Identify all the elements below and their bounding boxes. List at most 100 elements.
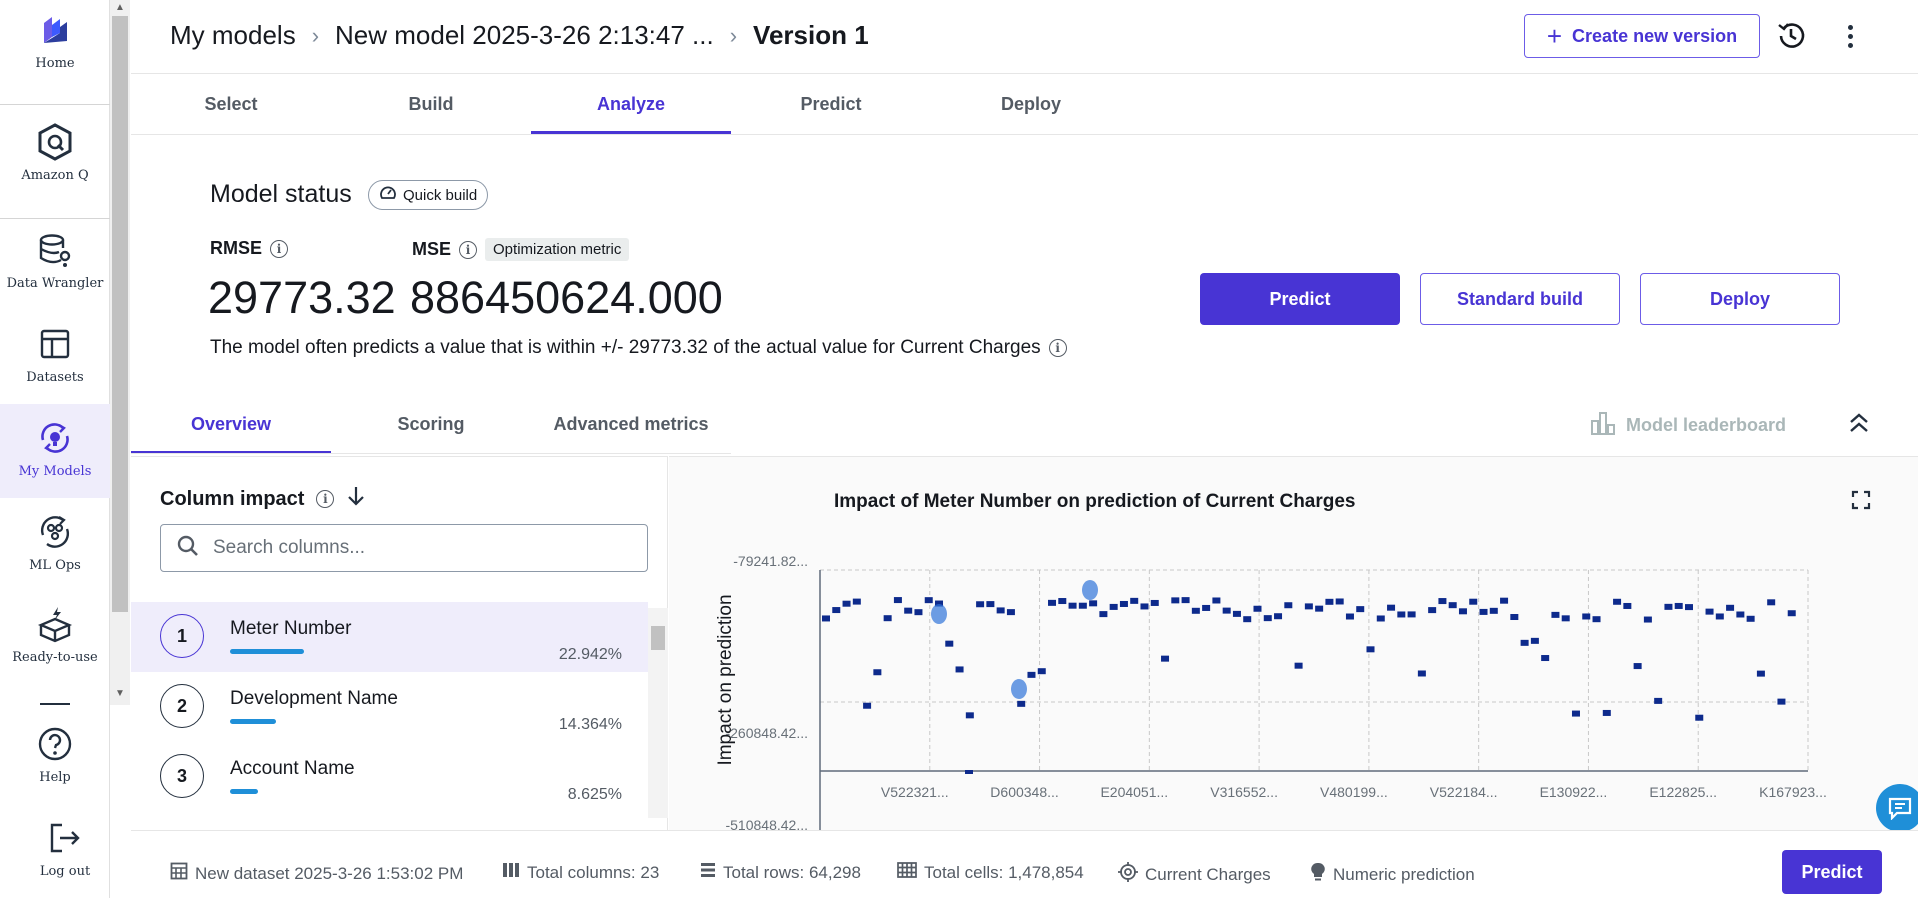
search-columns-input[interactable] (213, 537, 613, 559)
data-point (1695, 714, 1704, 721)
tab-analyze[interactable]: Analyze (531, 75, 731, 134)
nav-divider (0, 104, 110, 105)
data-point (1654, 697, 1663, 704)
nav-ml-ops-label: ML Ops (29, 558, 81, 573)
tab-build[interactable]: Build (331, 75, 531, 134)
data-point (1304, 603, 1313, 610)
version-history-icon[interactable] (1775, 20, 1807, 52)
breadcrumb-model[interactable]: New model 2025-3-26 2:13:47 ... (335, 20, 714, 51)
scroll-up-arrow-icon[interactable]: ▲ (112, 0, 128, 16)
model-leaderboard-button[interactable]: Model leaderboard (1590, 411, 1786, 440)
data-point (1582, 613, 1591, 620)
subtab-scoring[interactable]: Scoring (331, 398, 531, 454)
nav-ready-to-use[interactable]: Ready-to-use (0, 604, 110, 665)
data-point (1397, 611, 1406, 618)
impact-bar (230, 649, 304, 654)
my-models-icon (35, 418, 75, 458)
rank-badge: 3 (160, 754, 204, 798)
info-icon[interactable]: i (1048, 339, 1067, 357)
info-icon[interactable]: i (270, 239, 289, 258)
data-point (1161, 655, 1170, 662)
mse-label: MSE i Optimization metric (412, 238, 630, 261)
footer-cells: Total cells: 1,478,854 (897, 862, 1084, 883)
info-icon[interactable]: i (459, 240, 478, 259)
subtab-overview[interactable]: Overview (131, 398, 331, 454)
nav-ml-ops[interactable]: ML Ops (0, 512, 110, 573)
speedometer-icon (379, 184, 397, 206)
data-point (1212, 597, 1221, 604)
rows-icon (700, 862, 716, 883)
impact-bar (230, 789, 258, 794)
nav-scrollbar-thumb[interactable] (112, 16, 128, 612)
data-point (1736, 611, 1745, 618)
tab-predict[interactable]: Predict (731, 75, 931, 134)
tab-deploy[interactable]: Deploy (931, 75, 1131, 134)
breadcrumb-my-models[interactable]: My models (170, 20, 296, 51)
data-point (1592, 616, 1601, 623)
y-tick-label: -260848.42... (725, 725, 808, 741)
data-point (996, 607, 1005, 614)
metric-description-text: The model often predicts a value that is… (210, 337, 1041, 358)
expand-icon[interactable] (1851, 490, 1871, 510)
x-tick-label: V480199... (1320, 784, 1388, 800)
footer-predict-button[interactable]: Predict (1782, 850, 1882, 894)
more-options-icon[interactable] (1838, 20, 1862, 52)
data-point (1428, 607, 1437, 614)
column-list-scrollbar-thumb[interactable] (651, 626, 665, 650)
data-point (1017, 700, 1026, 707)
data-point (1438, 598, 1447, 605)
tab-select[interactable]: Select (131, 75, 331, 134)
nav-help[interactable]: Help (0, 724, 110, 785)
search-columns-field[interactable] (160, 524, 648, 572)
nav-amazon-q[interactable]: Amazon Q (0, 122, 110, 183)
nav-divider (40, 703, 70, 705)
data-point (1006, 609, 1015, 616)
data-point (1366, 646, 1375, 653)
y-tick-label: -79241.82... (733, 553, 808, 569)
predict-button[interactable]: Predict (1200, 273, 1400, 325)
data-point (1376, 615, 1385, 622)
data-point (1387, 604, 1396, 611)
help-icon (35, 724, 75, 764)
sort-descending-icon[interactable] (346, 485, 366, 513)
data-point (1726, 604, 1735, 611)
breadcrumb-version: Version 1 (753, 20, 869, 50)
create-new-version-button[interactable]: + Create new version (1524, 14, 1760, 58)
data-point (873, 669, 882, 676)
data-point (1099, 611, 1108, 618)
data-point (1027, 671, 1036, 678)
column-impact-row[interactable]: 1 Meter Number 22.942% (131, 602, 648, 672)
scroll-down-arrow-icon[interactable]: ▼ (112, 686, 128, 702)
chevron-right-icon: › (729, 22, 738, 48)
subtab-advanced-metrics[interactable]: Advanced metrics (531, 398, 731, 454)
nav-datasets[interactable]: Datasets (0, 324, 110, 385)
data-point (852, 598, 861, 605)
column-name: Development Name (230, 688, 398, 709)
data-point (1325, 598, 1334, 605)
nav-home[interactable]: Home (0, 10, 110, 71)
quick-build-badge: Quick build (368, 180, 489, 210)
data-point (1243, 616, 1252, 623)
nav-home-label: Home (35, 56, 75, 71)
deploy-button[interactable]: Deploy (1640, 273, 1840, 325)
collapse-icon[interactable] (1848, 410, 1870, 436)
column-impact-row[interactable]: 3 Account Name 8.625% (131, 742, 648, 812)
rmse-label: RMSE i (210, 238, 289, 259)
standard-build-button[interactable]: Standard build (1420, 273, 1620, 325)
nav-log-out[interactable]: Log out (10, 818, 120, 879)
impact-scatter-chart: Impact on prediction-79241.82...-260848.… (715, 553, 1827, 830)
info-icon[interactable]: i (316, 490, 335, 508)
column-impact-row[interactable]: 2 Development Name 14.364% (131, 672, 648, 742)
nav-log-out-label: Log out (39, 864, 91, 879)
data-point (1109, 603, 1118, 610)
nav-my-models[interactable]: My Models (0, 404, 110, 498)
data-point (1551, 611, 1560, 618)
impact-bar (230, 719, 276, 724)
target-icon (1118, 862, 1138, 887)
nav-data-wrangler[interactable]: Data Wrangler (0, 230, 110, 291)
columns-icon (502, 862, 520, 883)
data-point (1232, 610, 1241, 617)
data-point (976, 601, 985, 608)
search-icon (177, 535, 199, 562)
chat-support-icon[interactable] (1876, 784, 1918, 832)
